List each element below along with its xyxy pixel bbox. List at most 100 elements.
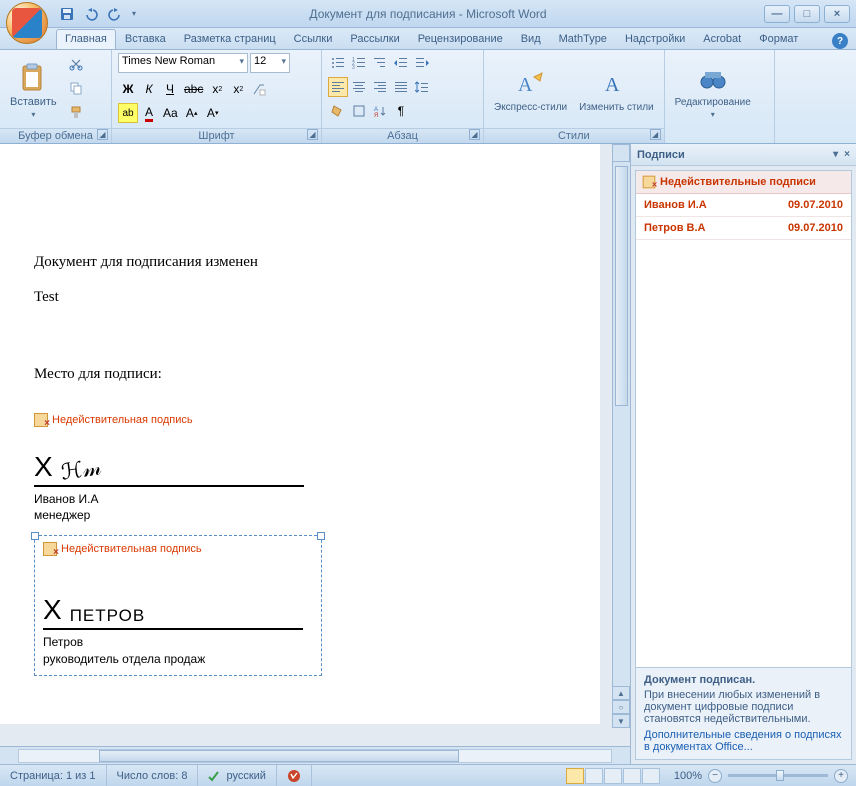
indent-increase-button[interactable] — [412, 53, 432, 73]
italic-button[interactable]: К — [139, 79, 159, 99]
zoom-slider[interactable] — [728, 774, 828, 777]
status-page[interactable]: Страница: 1 из 1 — [0, 765, 107, 786]
zoom-in-button[interactable]: + — [834, 769, 848, 783]
vertical-scrollbar[interactable] — [612, 162, 630, 728]
shrink-font-button[interactable]: A▾ — [203, 103, 223, 123]
change-case-button[interactable]: Aa — [160, 103, 181, 123]
svg-text:A: A — [518, 74, 533, 96]
font-name-combo[interactable]: Times New Roman — [118, 53, 248, 73]
numbering-button[interactable]: 123 — [349, 53, 369, 73]
highlight-button[interactable]: ab — [118, 103, 138, 123]
font-size-combo[interactable]: 12 — [250, 53, 290, 73]
editing-button[interactable]: Редактирование ▾ — [671, 53, 755, 128]
sig-row-2[interactable]: Петров В.А 09.07.2010 — [636, 217, 851, 240]
horizontal-scrollbar[interactable] — [0, 746, 630, 764]
zoom-value[interactable]: 100% — [674, 770, 702, 782]
save-icon[interactable] — [56, 3, 78, 25]
signature-block-1[interactable]: Недействительная подпись X ℋ𝓂 Иванов И.А… — [34, 413, 570, 523]
strike-button[interactable]: abc — [181, 79, 206, 99]
show-marks-button[interactable]: ¶ — [391, 101, 411, 121]
superscript-button[interactable]: x2 — [228, 79, 248, 99]
quick-styles-button[interactable]: A Экспресс-стили — [490, 53, 571, 128]
tab-format[interactable]: Формат — [750, 29, 807, 49]
sort-button[interactable]: AЯ — [370, 101, 390, 121]
group-editing: Редактирование ▾ . — [665, 50, 775, 143]
zoom-out-button[interactable]: − — [708, 769, 722, 783]
sig2-name: Петров — [43, 634, 313, 650]
clipboard-launcher[interactable]: ◢ — [97, 129, 108, 140]
help-icon[interactable]: ? — [832, 33, 848, 49]
tab-insert[interactable]: Вставка — [116, 29, 175, 49]
font-color-button[interactable]: A — [139, 103, 159, 123]
view-buttons — [560, 768, 666, 784]
signature-block-2[interactable]: Недействительная подпись X ПЕТРОВ Петров… — [34, 535, 322, 675]
office-button[interactable] — [6, 2, 48, 44]
invalid-sigs-header: Недействительные подписи — [660, 176, 816, 188]
paste-button[interactable]: Вставить ▾ — [6, 53, 61, 128]
more-info-link[interactable]: Дополнительные сведения о подписях в док… — [644, 729, 843, 753]
tab-mathtype[interactable]: MathType — [550, 29, 616, 49]
maximize-button[interactable]: □ — [794, 5, 820, 23]
undo-icon[interactable] — [80, 3, 102, 25]
copy-icon[interactable] — [65, 77, 87, 99]
qat-customize-icon[interactable]: ▾ — [128, 3, 140, 25]
task-pane-title: Подписи — [637, 149, 685, 161]
task-pane-close-icon[interactable]: × — [844, 149, 850, 160]
subscript-button[interactable]: x2 — [207, 79, 227, 99]
sig2-role: руководитель отдела продаж — [43, 651, 313, 667]
bullets-button[interactable] — [328, 53, 348, 73]
line-spacing-button[interactable] — [412, 77, 432, 97]
tab-mailings[interactable]: Рассылки — [341, 29, 408, 49]
sig-row-1-date: 09.07.2010 — [788, 199, 843, 211]
font-launcher[interactable]: ◢ — [307, 129, 318, 140]
tab-addons[interactable]: Надстройки — [616, 29, 694, 49]
redo-icon[interactable] — [104, 3, 126, 25]
next-page-icon[interactable]: ▼ — [612, 714, 630, 728]
view-draft[interactable] — [642, 768, 660, 784]
group-styles-label: Стили — [484, 128, 664, 143]
borders-button[interactable] — [349, 101, 369, 121]
tab-home[interactable]: Главная — [56, 29, 116, 49]
format-painter-icon[interactable] — [65, 101, 87, 123]
status-lang[interactable]: русский — [198, 765, 276, 786]
multilevel-button[interactable] — [370, 53, 390, 73]
paragraph-launcher[interactable]: ◢ — [469, 129, 480, 140]
view-outline[interactable] — [623, 768, 641, 784]
document-page[interactable]: Документ для подписания изменен Test Мес… — [0, 144, 600, 724]
view-web[interactable] — [604, 768, 622, 784]
tab-page-layout[interactable]: Разметка страниц — [175, 29, 285, 49]
close-button[interactable]: × — [824, 5, 850, 23]
minimize-button[interactable]: — — [764, 5, 790, 23]
shading-button[interactable] — [328, 101, 348, 121]
cut-icon[interactable] — [65, 53, 87, 75]
underline-button[interactable]: Ч — [160, 79, 180, 99]
indent-decrease-button[interactable] — [391, 53, 411, 73]
status-words[interactable]: Число слов: 8 — [107, 765, 199, 786]
sig2-typed: ПЕТРОВ — [70, 606, 145, 626]
sig-row-1[interactable]: Иванов И.А 09.07.2010 — [636, 194, 851, 217]
status-signatures-icon[interactable] — [277, 765, 312, 786]
align-center-button[interactable] — [349, 77, 369, 97]
align-right-button[interactable] — [370, 77, 390, 97]
justify-button[interactable] — [391, 77, 411, 97]
change-styles-icon: A — [600, 68, 632, 100]
tab-review[interactable]: Рецензирование — [409, 29, 512, 49]
prev-page-icon[interactable]: ▲ — [612, 686, 630, 700]
view-full-screen[interactable] — [585, 768, 603, 784]
bold-button[interactable]: Ж — [118, 79, 138, 99]
view-print-layout[interactable] — [566, 768, 584, 784]
sig1-name: Иванов И.А — [34, 491, 570, 507]
quick-styles-icon: A — [515, 68, 547, 100]
align-left-button[interactable] — [328, 77, 348, 97]
browse-object-icon[interactable]: ○ — [612, 700, 630, 714]
ruler-toggle[interactable] — [612, 144, 630, 162]
styles-launcher[interactable]: ◢ — [650, 129, 661, 140]
tab-acrobat[interactable]: Acrobat — [694, 29, 750, 49]
tab-view[interactable]: Вид — [512, 29, 550, 49]
doc-signed-label: Документ подписан. — [644, 674, 843, 686]
grow-font-button[interactable]: A▴ — [182, 103, 202, 123]
tab-references[interactable]: Ссылки — [285, 29, 342, 49]
task-pane-menu-icon[interactable]: ▾ — [833, 149, 838, 160]
clear-format-icon[interactable] — [249, 79, 269, 99]
change-styles-button[interactable]: A Изменить стили — [575, 53, 657, 128]
